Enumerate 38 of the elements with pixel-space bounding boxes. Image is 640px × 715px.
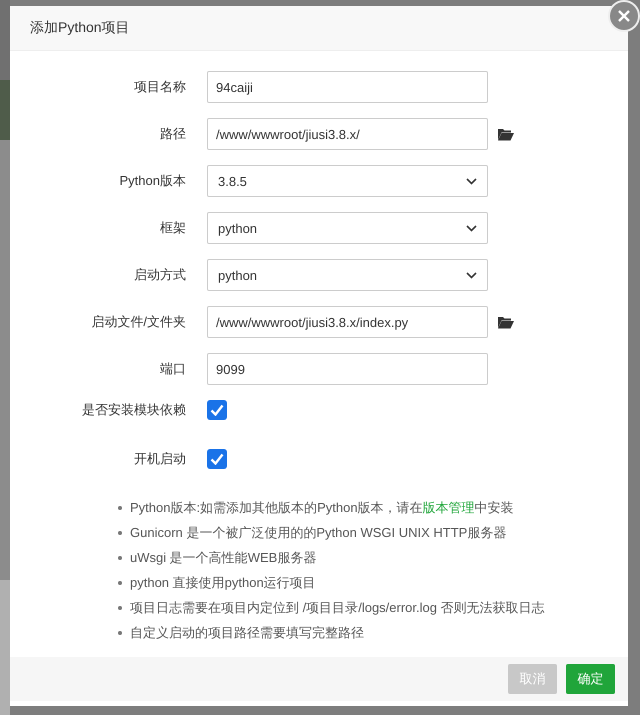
field-label: 开机启动: [133, 450, 186, 468]
note-text: Gunicorn 是一个被广泛使用的的Python WSGI UNIX HTTP服务器: [130, 524, 506, 542]
chevron-icon: [466, 272, 477, 278]
note-text: 自定义启动的项目路径需要填写完整路径: [130, 624, 364, 642]
field-label: 启动方式: [133, 266, 186, 284]
close-button[interactable]: [608, 0, 640, 32]
dropdown[interactable]: python: [207, 212, 488, 244]
note-text: uWsgi 是一个高性能WEB服务器: [130, 549, 316, 567]
chevron-icon: [466, 224, 477, 232]
dropdown[interactable]: python: [207, 259, 488, 291]
field-label: 端口: [159, 360, 186, 378]
bullet-icon: [118, 530, 122, 534]
bullet-icon: [118, 556, 122, 560]
field-label: 路径: [159, 125, 186, 143]
chevron-icon: [466, 178, 477, 184]
field-label: 启动文件/文件夹: [90, 313, 186, 331]
input-field[interactable]: 94caiji: [207, 71, 488, 103]
note-text: 项目日志需要在项目内定位到 /项目目录/logs/error.log 否则无法获取日志: [130, 599, 545, 617]
field-label: Python版本: [118, 172, 186, 190]
folder-icon[interactable]: [498, 316, 514, 328]
bullet-icon: [118, 580, 122, 584]
dialog-title: 添加Python项目: [30, 19, 130, 37]
input-field[interactable]: 9099: [207, 353, 488, 385]
checkbox[interactable]: [207, 400, 227, 420]
bullet-icon: [118, 506, 122, 510]
note-text: python 直接使用python运行项目: [130, 574, 316, 592]
bullet-icon: [118, 606, 122, 610]
note-text: Python版本:如需添加其他版本的Python版本，请在版本管理中安装: [130, 499, 514, 517]
bullet-icon: [118, 630, 122, 634]
field-label: 是否安装模块依赖: [81, 401, 186, 419]
dropdown[interactable]: 3.8.5: [207, 165, 488, 197]
input-field[interactable]: /www/wwwroot/jiusi3.8.x/: [207, 118, 488, 150]
close-icon[interactable]: [617, 9, 631, 23]
input-field[interactable]: /www/wwwroot/jiusi3.8.x/index.py: [207, 306, 488, 338]
field-label: 框架: [159, 219, 186, 237]
field-label: 项目名称: [133, 78, 186, 96]
checkbox[interactable]: [207, 449, 227, 469]
folder-icon[interactable]: [498, 128, 514, 140]
